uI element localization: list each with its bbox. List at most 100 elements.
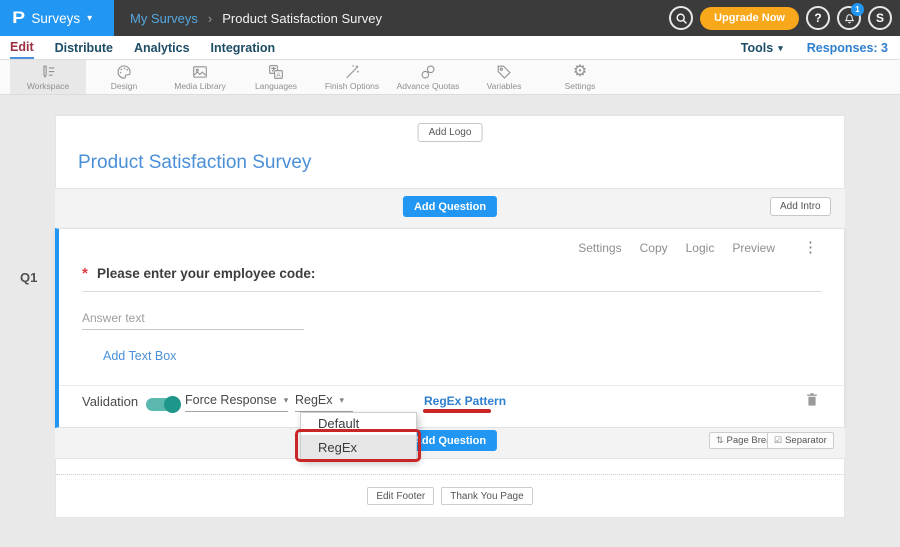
toolbar-item-label: Media Library xyxy=(174,81,226,91)
page-break-icon: ⇅ xyxy=(716,435,724,446)
add-text-box-link[interactable]: Add Text Box xyxy=(103,349,176,363)
dropdown-option-regex[interactable]: RegEx xyxy=(301,435,416,460)
question-text-underline xyxy=(82,291,822,292)
toggle-knob xyxy=(164,396,181,413)
question-actions: Settings Copy Logic Preview ⋮ xyxy=(578,241,818,255)
tab-distribute[interactable]: Distribute xyxy=(55,38,113,58)
question-text[interactable]: Please enter your employee code: xyxy=(97,266,315,281)
search-button[interactable] xyxy=(669,6,693,30)
regex-pattern-link[interactable]: RegEx Pattern xyxy=(424,394,506,408)
footer-buttons: Edit Footer Thank You Page xyxy=(56,487,844,505)
trash-icon xyxy=(804,391,820,408)
footer-dotted-divider xyxy=(56,474,844,475)
survey-nav: Edit Distribute Analytics Integration To… xyxy=(0,36,900,60)
validation-toggle[interactable] xyxy=(146,398,179,411)
advance-quotas-icon xyxy=(419,63,437,80)
breadcrumb-current: Product Satisfaction Survey xyxy=(222,11,382,26)
thank-you-page-button[interactable]: Thank You Page xyxy=(441,487,532,505)
tab-integration[interactable]: Integration xyxy=(211,38,276,58)
survey-title[interactable]: Product Satisfaction Survey xyxy=(78,152,311,174)
chevron-down-icon: ▾ xyxy=(778,43,783,54)
surveys-menu-label: Surveys xyxy=(31,11,80,26)
toolbar-item-settings[interactable]: ⚙ Settings xyxy=(542,60,618,94)
separator-button[interactable]: ☑ Separator xyxy=(767,432,834,449)
edit-footer-button[interactable]: Edit Footer xyxy=(367,487,434,505)
notification-badge: 1 xyxy=(851,3,864,16)
required-asterisk: * xyxy=(82,265,88,282)
force-response-dropdown[interactable]: Force Response ▾ xyxy=(185,393,288,412)
question-footer-divider xyxy=(59,385,844,386)
questionpro-app: P Surveys ▾ My Surveys › Product Satisfa… xyxy=(0,0,900,547)
question-copy-link[interactable]: Copy xyxy=(640,241,668,255)
breadcrumb: My Surveys › Product Satisfaction Survey xyxy=(130,0,382,36)
variables-icon xyxy=(495,63,513,80)
answer-text-input[interactable] xyxy=(82,306,304,330)
survey-nav-tabs: Edit Distribute Analytics Integration xyxy=(10,36,275,60)
media-library-icon xyxy=(191,63,209,80)
validation-type-dropdown[interactable]: RegEx ▾ xyxy=(295,393,353,412)
chevron-down-icon: ▾ xyxy=(87,13,92,24)
question-preview-link[interactable]: Preview xyxy=(732,241,775,255)
help-button[interactable]: ? xyxy=(806,6,830,30)
breadcrumb-separator-icon: › xyxy=(208,11,212,26)
toolbar-item-advance-quotas[interactable]: Advance Quotas xyxy=(390,60,466,94)
survey-nav-right: Tools ▾ Responses: 3 xyxy=(741,36,888,60)
toolbar-item-variables[interactable]: Variables xyxy=(466,60,542,94)
tools-label: Tools xyxy=(741,41,773,55)
languages-icon: A xyxy=(267,63,285,80)
tab-edit[interactable]: Edit xyxy=(10,37,34,59)
add-question-button-bottom[interactable]: Add Question xyxy=(403,430,497,451)
toolbar-item-design[interactable]: Design xyxy=(86,60,162,94)
question-logic-link[interactable]: Logic xyxy=(686,241,715,255)
workspace-icon xyxy=(39,63,57,80)
survey-footer-section: Edit Footer Thank You Page xyxy=(55,458,845,518)
question-settings-link[interactable]: Settings xyxy=(578,241,621,255)
force-response-label: Force Response xyxy=(185,393,277,407)
upgrade-now-button[interactable]: Upgrade Now xyxy=(700,7,799,30)
toolbar-item-label: Advance Quotas xyxy=(397,81,460,91)
tab-analytics[interactable]: Analytics xyxy=(134,38,190,58)
question-number: Q1 xyxy=(20,270,37,285)
toolbar-item-label: Workspace xyxy=(27,81,69,91)
editor-canvas-area: Add Logo Product Satisfaction Survey Add… xyxy=(0,95,900,547)
validation-type-menu: Default RegEx xyxy=(300,412,417,461)
settings-icon: ⚙ xyxy=(573,63,587,80)
separator-label: Separator xyxy=(785,435,827,446)
question-more-menu-icon[interactable]: ⋮ xyxy=(803,242,818,254)
toolbar-item-label: Variables xyxy=(487,81,522,91)
separator-icon: ☑ xyxy=(774,435,782,446)
top-header: P Surveys ▾ My Surveys › Product Satisfa… xyxy=(0,0,900,36)
notifications-button[interactable]: 1 xyxy=(837,6,861,30)
toolbar-item-label: Design xyxy=(111,81,137,91)
delete-question-button[interactable] xyxy=(804,391,820,413)
toolbar-item-label: Settings xyxy=(565,81,596,91)
add-logo-button[interactable]: Add Logo xyxy=(418,123,483,142)
avatar-initial: S xyxy=(876,11,884,25)
header-actions: Upgrade Now ? 1 S xyxy=(669,0,892,36)
annotation-underline xyxy=(423,409,491,413)
toolbar-item-label: Languages xyxy=(255,81,297,91)
toolbar-item-workspace[interactable]: Workspace xyxy=(10,60,86,94)
toolbar-item-label: Finish Options xyxy=(325,81,379,91)
add-question-button-top[interactable]: Add Question xyxy=(403,196,497,217)
avatar[interactable]: S xyxy=(868,6,892,30)
design-icon xyxy=(115,63,133,80)
editor-toolbar: Workspace Design xyxy=(0,60,900,95)
chevron-down-icon: ▾ xyxy=(284,395,289,406)
breadcrumb-my-surveys[interactable]: My Surveys xyxy=(130,11,198,26)
add-intro-button[interactable]: Add Intro xyxy=(770,197,831,216)
responses-link[interactable]: Responses: 3 xyxy=(807,41,888,55)
search-icon xyxy=(675,12,688,25)
questionpro-logo-icon: P xyxy=(12,8,25,28)
question-card: Settings Copy Logic Preview ⋮ * Please e… xyxy=(55,228,845,428)
validation-label: Validation xyxy=(82,394,138,409)
toolbar-item-finish-options[interactable]: Finish Options xyxy=(314,60,390,94)
toolbar-item-media-library[interactable]: Media Library xyxy=(162,60,238,94)
dropdown-option-default[interactable]: Default xyxy=(301,413,416,435)
tools-menu[interactable]: Tools ▾ xyxy=(741,41,783,55)
validation-type-value: RegEx xyxy=(295,393,333,407)
chevron-down-icon: ▾ xyxy=(340,395,345,406)
finish-options-icon xyxy=(343,63,361,80)
surveys-menu[interactable]: P Surveys ▾ xyxy=(0,0,114,36)
toolbar-item-languages[interactable]: A Languages xyxy=(238,60,314,94)
